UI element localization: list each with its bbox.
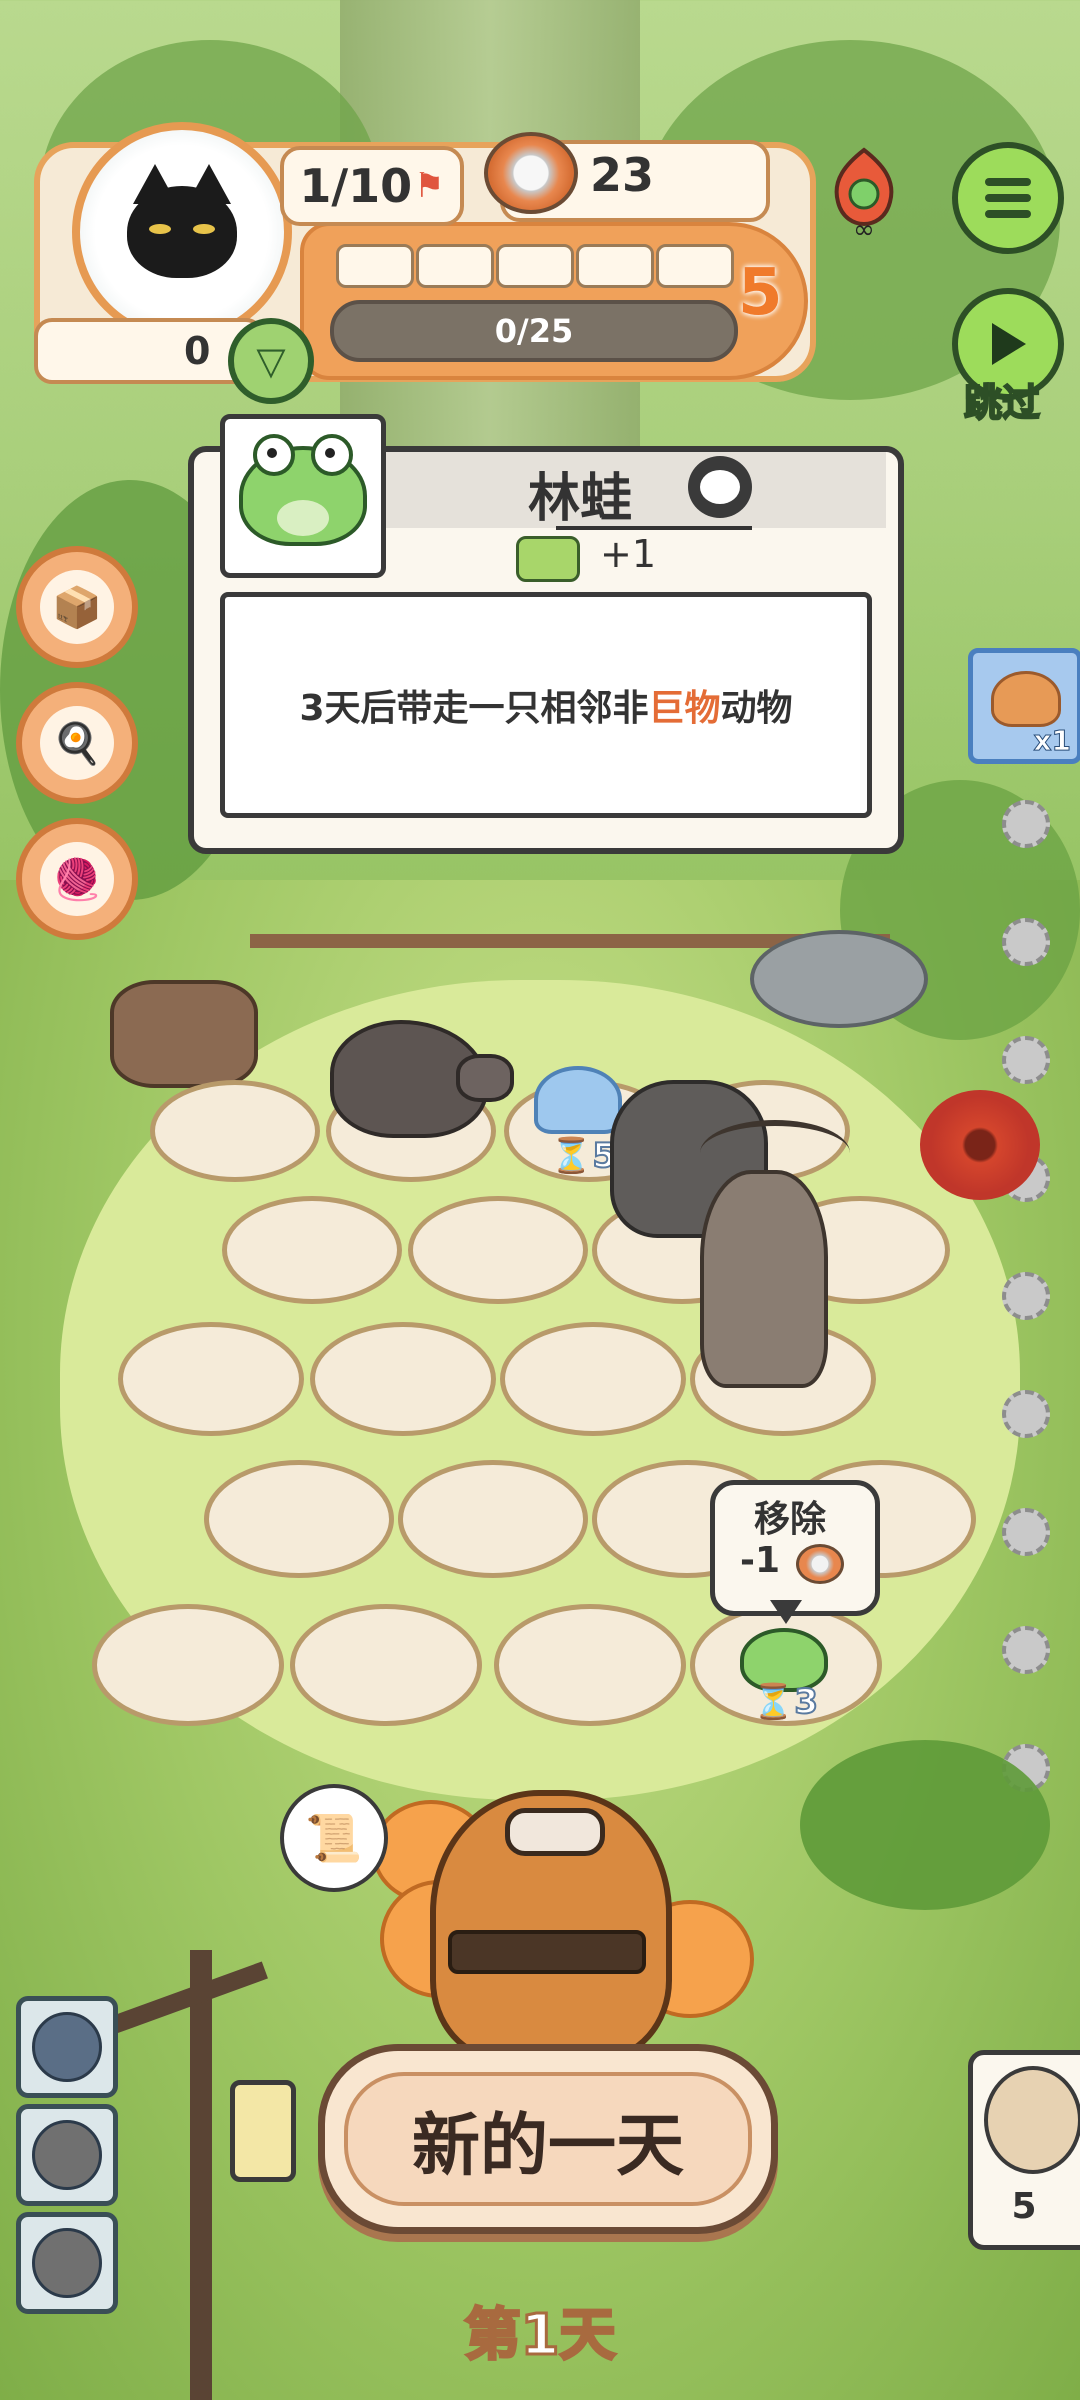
goggles-icon [505, 1808, 605, 1856]
xp-segment [496, 244, 574, 288]
bonus-value: +1 [600, 532, 657, 576]
box-icon: 📦 [40, 570, 114, 644]
cat-belt [448, 1930, 646, 1974]
item-slot[interactable]: x1 [968, 648, 1080, 764]
xp-value: 0/25 [494, 312, 574, 350]
heart-badge-icon[interactable]: ▽ [228, 318, 314, 404]
desc-suffix: 动物 [720, 688, 793, 729]
xp-segment [656, 244, 734, 288]
board-tile[interactable] [204, 1460, 394, 1578]
new-day-button[interactable]: 新的一天 [318, 2044, 778, 2234]
bonus-icon [516, 536, 580, 582]
tree-stump [110, 980, 258, 1088]
owl-icon [984, 2066, 1080, 2174]
xp-segment [416, 244, 494, 288]
play-icon [992, 323, 1026, 365]
board-tile[interactable] [222, 1196, 402, 1304]
creature-silhouette-icon [32, 2120, 102, 2190]
board-tile[interactable] [290, 1604, 482, 1726]
owl-count: 5 [1011, 2186, 1037, 2227]
empty-slot-icon [1002, 1272, 1050, 1320]
fire-infinity-badge[interactable]: ∞ [822, 144, 906, 240]
skip-label[interactable]: 跳过 [940, 372, 1064, 427]
empty-slot-icon [1002, 1390, 1050, 1438]
board-tile[interactable] [398, 1460, 588, 1578]
toy-icon: 🧶 [40, 842, 114, 916]
board-tile[interactable] [150, 1080, 320, 1182]
jellyfish[interactable] [534, 1066, 622, 1134]
day-counter: 第1天 [463, 2302, 617, 2370]
bubble-tail [770, 1600, 802, 1624]
cat-food-can-icon [484, 132, 578, 214]
desc-highlight: 巨物 [648, 688, 721, 729]
rafflesia-flower [920, 1090, 1040, 1200]
bush [800, 1740, 1050, 1910]
svg-text:∞: ∞ [853, 215, 875, 240]
board-tile[interactable] [92, 1604, 284, 1726]
board-tile[interactable] [118, 1322, 304, 1436]
food-bowl-button[interactable]: 🍳 [16, 682, 138, 804]
locked-slot-button[interactable] [16, 1996, 118, 2098]
campfire-stones [750, 930, 928, 1028]
title-underline [556, 526, 752, 530]
animal-portrait [220, 414, 386, 578]
empty-slot-icon [1002, 1036, 1050, 1084]
cans-value: 23 [590, 148, 655, 202]
xp-segment [336, 244, 414, 288]
new-day-label[interactable]: 新的一天 [344, 2072, 752, 2206]
remove-cost: -1 [740, 1540, 780, 1581]
paw-icon[interactable] [688, 456, 752, 518]
stage-progress: 1/10 ⚑ [280, 146, 464, 226]
desc-prefix: 3天后带走一只相邻非 [299, 688, 649, 729]
elk-deer[interactable] [700, 1170, 828, 1388]
creature-silhouette-icon [32, 2012, 102, 2082]
item-count: x1 [1033, 724, 1072, 758]
frog-icon [239, 434, 367, 546]
food-icon: 🍳 [40, 706, 114, 780]
empty-slot-icon [1002, 800, 1050, 848]
toy-button[interactable]: 🧶 [16, 818, 138, 940]
board-tile[interactable] [408, 1196, 588, 1304]
jellyfish-timer: ⏳5 [549, 1135, 617, 1177]
xp-bar: 0/25 [330, 300, 738, 362]
lantern-icon [230, 2080, 296, 2182]
black-cat-icon [127, 164, 237, 278]
menu-button[interactable] [952, 142, 1064, 254]
xp-segment [576, 244, 654, 288]
bag-icon [991, 671, 1061, 727]
creature-silhouette-icon [32, 2228, 102, 2298]
box-button[interactable]: 📦 [16, 546, 138, 668]
frog-timer: ⏳3 [751, 1681, 819, 1723]
stage-progress-value: 1/10 [299, 159, 413, 213]
score-value: 0 [184, 329, 211, 373]
player-avatar[interactable] [72, 122, 292, 342]
empty-slot-icon [1002, 918, 1050, 966]
board-tile[interactable] [494, 1604, 686, 1726]
cat-food-can-icon [796, 1544, 844, 1584]
remove-label[interactable]: 移除 [710, 1490, 870, 1542]
locked-slot-button[interactable] [16, 2104, 118, 2206]
ability-description: 3天后带走一只相邻非 巨物 动物 [220, 592, 872, 818]
flag-icon: ⚑ [414, 166, 445, 206]
empty-slot-icon [1002, 1626, 1050, 1674]
achievement-scroll-icon[interactable]: 📜 [280, 1784, 388, 1892]
level-number: 5 [738, 256, 783, 330]
empty-slot-icon [1002, 1508, 1050, 1556]
board-tile[interactable] [500, 1322, 686, 1436]
board-tile[interactable] [310, 1322, 496, 1436]
